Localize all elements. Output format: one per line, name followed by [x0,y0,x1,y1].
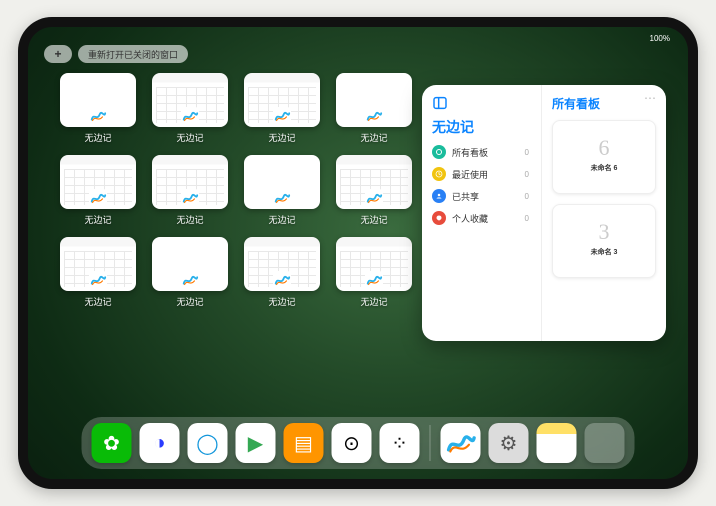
dock-separator [430,425,431,461]
sidebar-item-label: 所有看板 [452,146,488,159]
dock: ✿◑◯▶▤⊙⁘ ⚙ [82,417,635,469]
freeform-icon [273,189,291,207]
window-preview [152,73,228,127]
window-label: 无边记 [268,295,295,308]
window-thumb[interactable]: 无边记 [60,155,136,227]
window-preview [60,237,136,291]
freeform-icon [89,271,107,289]
window-label: 无边记 [176,295,203,308]
sidebar-item[interactable]: 个人收藏 0 [432,207,541,229]
window-thumb[interactable]: 无边记 [244,155,320,227]
sidebar-item-count: 0 [525,170,535,179]
freeform-icon [365,107,383,125]
window-thumb[interactable]: 无边记 [152,155,228,227]
window-switcher-grid: 无边记 无边记 无边记 无边记 无边记 [60,73,400,309]
freeform-sidebar-title: 无边记 [432,117,541,137]
freeform-icon [181,189,199,207]
freeform-boards-title: 所有看板 [552,95,656,112]
freeform-icon [89,189,107,207]
reopen-closed-window-button[interactable]: 重新打开已关闭的窗口 [78,45,188,63]
freeform-icon [273,271,291,289]
freeform-sidebar: 无边记 所有看板 0 最近使用 0 已共享 0 个人收藏 0 [422,85,542,341]
freeform-icon [181,271,199,289]
more-icon[interactable]: ⋯ [644,91,656,105]
board-card[interactable]: 3 未命名 3 [552,204,656,278]
window-preview [244,73,320,127]
window-label: 无边记 [176,213,203,226]
sidebar-item-label: 已共享 [452,190,479,203]
window-preview [60,73,136,127]
ipad-device: 100% + 重新打开已关闭的窗口 无边记 无边记 无边记 [18,17,698,489]
window-thumb[interactable]: 无边记 [152,73,228,145]
window-thumb[interactable]: 无边记 [60,73,136,145]
window-preview [336,73,412,127]
freeform-panel: 无边记 所有看板 0 最近使用 0 已共享 0 个人收藏 0 ⋯ 所有看板 6 … [422,85,666,341]
dock-app-freeform[interactable] [441,423,481,463]
freeform-boards-pane: ⋯ 所有看板 6 未命名 6 3 未命名 3 [542,85,666,341]
board-name: 未命名 3 [591,247,618,257]
sidebar-item-count: 0 [525,192,535,201]
sidebar-item-icon [432,145,446,159]
freeform-icon [89,107,107,125]
dock-app-quark[interactable]: ◑ [140,423,180,463]
sidebar-item-label: 个人收藏 [452,212,488,225]
ipad-screen: 100% + 重新打开已关闭的窗口 无边记 无边记 无边记 [28,27,688,479]
window-label: 无边记 [360,131,387,144]
freeform-icon [365,271,383,289]
freeform-icon [181,107,199,125]
status-battery: 100% [650,34,670,43]
sidebar-item[interactable]: 所有看板 0 [432,141,541,163]
window-label: 无边记 [84,295,111,308]
dock-app-library[interactable] [585,423,625,463]
window-preview [152,155,228,209]
dock-app-play[interactable]: ▶ [236,423,276,463]
sidebar-item[interactable]: 已共享 0 [432,185,541,207]
window-label: 无边记 [176,131,203,144]
freeform-icon [273,107,291,125]
window-preview [336,155,412,209]
window-thumb[interactable]: 无边记 [244,73,320,145]
sidebar-item-icon [432,167,446,181]
window-thumb[interactable]: 无边记 [336,237,412,309]
stage-manager-toolbar: + 重新打开已关闭的窗口 [44,45,188,63]
window-thumb[interactable]: 无边记 [60,237,136,309]
status-bar: 100% [28,31,688,45]
dock-app-notes[interactable] [537,423,577,463]
window-thumb[interactable]: 无边记 [244,237,320,309]
window-preview [336,237,412,291]
window-preview [244,237,320,291]
dock-app-wechat[interactable]: ✿ [92,423,132,463]
dock-app-qqbrowser[interactable]: ◯ [188,423,228,463]
add-window-button[interactable]: + [44,45,72,63]
dock-app-molecules[interactable]: ⁘ [380,423,420,463]
window-thumb[interactable]: 无边记 [336,155,412,227]
dock-app-settings[interactable]: ⚙ [489,423,529,463]
board-card[interactable]: 6 未命名 6 [552,120,656,194]
window-label: 无边记 [268,131,295,144]
board-name: 未命名 6 [591,163,618,173]
sidebar-item-count: 0 [525,148,535,157]
sidebar-item-icon [432,211,446,225]
sidebar-item-count: 0 [525,214,535,223]
sidebar-toggle-icon[interactable] [432,95,448,111]
window-preview [60,155,136,209]
window-label: 无边记 [360,295,387,308]
window-thumb[interactable]: 无边记 [152,237,228,309]
window-label: 无边记 [84,131,111,144]
board-preview: 6 [599,137,610,159]
window-label: 无边记 [268,213,295,226]
window-preview [244,155,320,209]
sidebar-item-icon [432,189,446,203]
freeform-icon [365,189,383,207]
board-preview: 3 [599,221,610,243]
window-label: 无边记 [360,213,387,226]
window-preview [152,237,228,291]
sidebar-item[interactable]: 最近使用 0 [432,163,541,185]
dock-app-books[interactable]: ▤ [284,423,324,463]
sidebar-item-label: 最近使用 [452,168,488,181]
window-thumb[interactable]: 无边记 [336,73,412,145]
dock-app-dice[interactable]: ⊙ [332,423,372,463]
window-label: 无边记 [84,213,111,226]
